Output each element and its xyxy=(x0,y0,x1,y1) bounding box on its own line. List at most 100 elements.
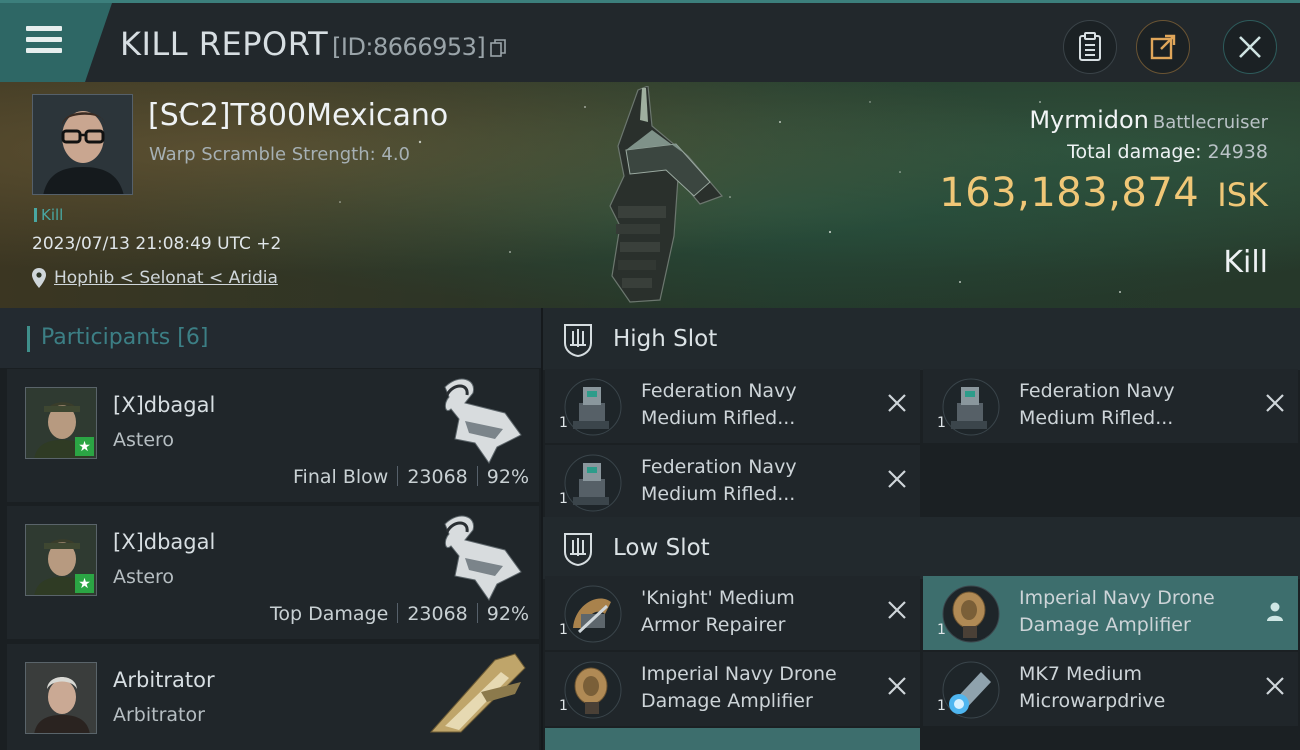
victim-avatar xyxy=(33,95,132,194)
participant-ship: Astero xyxy=(113,566,175,588)
location-link[interactable]: Hophib < Selonat < Aridia xyxy=(54,268,278,288)
fitting-item[interactable]: 1 MK7 Medium Microwarpdrive xyxy=(923,652,1298,726)
hybrid-turret-icon xyxy=(564,378,622,436)
low-slot-icon xyxy=(564,533,592,566)
low-slot-title: Low Slot xyxy=(613,535,710,561)
total-damage-value: 24938 xyxy=(1207,141,1268,163)
hybrid-turret-icon xyxy=(942,378,1000,436)
participant-row[interactable]: ★ [X]dbagal Astero Top Damage 23068 92% xyxy=(7,506,539,639)
warp-scramble-strength: Warp Scramble Strength: 4.0 xyxy=(149,144,411,165)
isk-unit: ISK xyxy=(1217,176,1268,214)
participant-stats: Final Blow 23068 92% xyxy=(293,466,529,488)
share-button[interactable] xyxy=(1136,20,1190,74)
destroyed-x-icon xyxy=(888,677,906,695)
destroyed-x-icon xyxy=(1266,394,1284,412)
fitting-item-highlighted[interactable]: 1 Imperial Navy Drone Damage Amplifier xyxy=(923,576,1298,650)
top-bar: KILL REPORT [ID:8666953] xyxy=(0,0,1300,85)
participant-row[interactable]: Arbitrator Arbitrator xyxy=(7,644,539,750)
share-external-icon xyxy=(1150,34,1176,60)
participant-damage: 23068 xyxy=(407,466,468,488)
item-quantity: 1 xyxy=(559,698,568,714)
isk-amount: 163,183,874 xyxy=(939,170,1200,216)
close-button[interactable] xyxy=(1223,20,1277,74)
item-name: MK7 Medium Microwarpdrive xyxy=(1019,663,1166,712)
ship-name: Myrmidon xyxy=(1029,106,1149,134)
ship-info[interactable]: Myrmidon Battlecruiser xyxy=(1029,106,1268,134)
victim-name[interactable]: [SC2]T800Mexicano xyxy=(148,98,448,133)
item-quantity: 1 xyxy=(559,622,568,638)
participant-row[interactable]: ★ [X]dbagal Astero Final Blow 23068 92% xyxy=(7,369,539,502)
person-icon xyxy=(1267,602,1283,621)
star-badge-icon: ★ xyxy=(75,574,94,593)
kill-datetime: 2023/07/13 21:08:49 UTC +2 xyxy=(32,234,282,254)
destroyed-x-icon xyxy=(888,470,906,488)
participant-name: [X]dbagal xyxy=(113,393,216,417)
fitting-item[interactable]: 1 Federation Navy Medium Rifled... xyxy=(545,445,920,519)
item-name: 'Knight' Medium Armor Repairer xyxy=(641,587,795,636)
participant-role: Final Blow xyxy=(293,466,389,488)
kill-banner: [SC2]T800Mexicano Warp Scramble Strength… xyxy=(0,82,1300,308)
armor-repairer-icon xyxy=(564,585,622,643)
participants-header-accent xyxy=(27,326,30,352)
participant-avatar: ★ xyxy=(25,524,97,596)
ship-class: Battlecruiser xyxy=(1152,112,1268,133)
item-name: Imperial Navy Drone Damage Amplifier xyxy=(1019,587,1215,636)
participants-panel: Participants [6] ★ [X]dbagal Astero Fina… xyxy=(0,308,541,750)
total-damage-label: Total damage: xyxy=(1067,141,1202,163)
fittings-panel: High Slot 1 Federation Navy Medium Rifled… xyxy=(543,308,1300,750)
fitting-item[interactable]: 1 Federation Navy Medium Rifled... xyxy=(923,369,1298,443)
item-quantity: 1 xyxy=(559,415,568,431)
astero-ship-icon xyxy=(444,515,522,601)
victim-portrait[interactable] xyxy=(32,94,133,195)
clipboard-icon xyxy=(1079,32,1101,61)
item-name: Federation Navy Medium Rifled... xyxy=(641,380,797,429)
participant-ship: Astero xyxy=(113,429,175,451)
fitting-item[interactable]: 1 Imperial Navy Drone Damage Amplifier xyxy=(545,652,920,726)
participants-count: [6] xyxy=(177,325,209,350)
report-id: [ID:8666953] xyxy=(332,33,486,61)
page-title: KILL REPORT xyxy=(120,25,329,63)
item-quantity: 1 xyxy=(559,491,568,507)
destroyed-x-icon xyxy=(888,394,906,412)
destroyed-x-icon xyxy=(1266,677,1284,695)
astero-ship-icon xyxy=(444,378,522,464)
fitting-item[interactable]: 1 Federation Navy Medium Rifled... xyxy=(545,369,920,443)
fitting-item[interactable]: 1 'Knight' Medium Armor Repairer xyxy=(545,576,920,650)
high-slot-title: High Slot xyxy=(613,326,718,352)
item-quantity: 1 xyxy=(937,415,946,431)
menu-button[interactable] xyxy=(0,3,112,85)
participant-name: [X]dbagal xyxy=(113,530,216,554)
arbitrator-ship-icon xyxy=(429,653,526,733)
isk-value: 163,183,874 ISK xyxy=(939,170,1268,216)
star-badge-icon: ★ xyxy=(75,437,94,456)
drone-damage-amplifier-icon xyxy=(942,585,1000,643)
participant-portrait xyxy=(26,663,96,733)
participant-avatar xyxy=(25,662,97,734)
participant-role: Top Damage xyxy=(270,603,389,625)
participant-ship: Arbitrator xyxy=(113,704,205,726)
participant-damage: 23068 xyxy=(407,603,468,625)
microwarpdrive-icon xyxy=(942,661,1000,719)
item-name: Federation Navy Medium Rifled... xyxy=(1019,380,1175,429)
total-damage: Total damage: 24938 xyxy=(1067,141,1268,163)
participant-avatar: ★ xyxy=(25,387,97,459)
participants-header[interactable]: Participants [6] xyxy=(0,308,541,368)
low-slot-header: Low Slot xyxy=(543,517,1300,579)
myrmidon-ship-image xyxy=(609,86,724,303)
item-quantity: 1 xyxy=(937,698,946,714)
fitting-item-partial[interactable] xyxy=(545,728,920,750)
participants-title-text: Participants xyxy=(41,325,171,350)
participant-stats: Top Damage 23068 92% xyxy=(270,603,529,625)
copy-icon[interactable] xyxy=(490,39,506,57)
clipboard-button[interactable] xyxy=(1063,20,1117,74)
close-icon xyxy=(1239,36,1261,58)
item-quantity: 1 xyxy=(937,622,946,638)
participants-title: Participants [6] xyxy=(41,325,208,350)
result-label: Kill xyxy=(1223,245,1268,280)
hamburger-menu-icon[interactable] xyxy=(26,26,64,56)
participant-percent: 92% xyxy=(486,466,529,488)
high-slot-header: High Slot xyxy=(543,308,1300,370)
item-name: Imperial Navy Drone Damage Amplifier xyxy=(641,663,837,712)
location-pin-icon xyxy=(32,268,46,288)
participant-percent: 92% xyxy=(486,603,529,625)
